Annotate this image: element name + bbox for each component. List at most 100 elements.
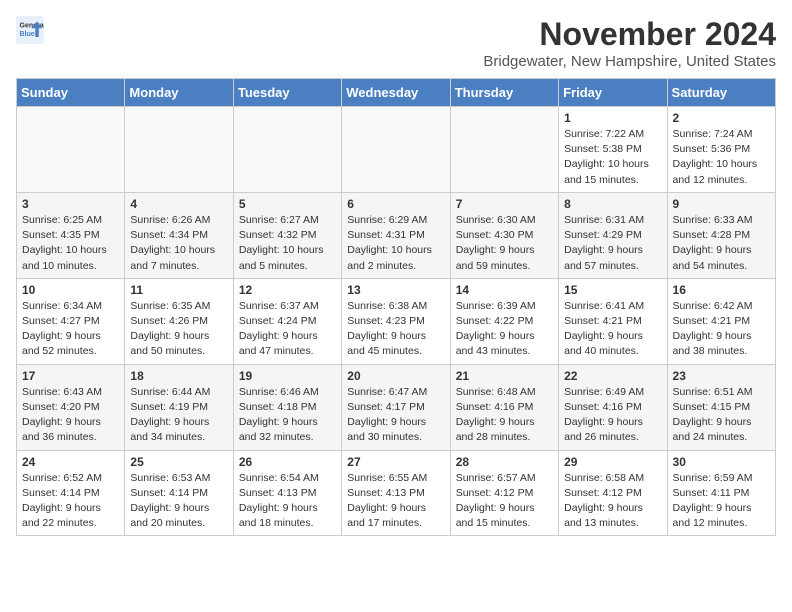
day-number: 17 bbox=[22, 369, 119, 383]
day-info: Sunrise: 6:27 AM Sunset: 4:32 PM Dayligh… bbox=[239, 213, 336, 274]
day-info: Sunrise: 6:57 AM Sunset: 4:12 PM Dayligh… bbox=[456, 471, 553, 532]
day-cell: 25 Sunrise: 6:53 AM Sunset: 4:14 PM Dayli… bbox=[125, 450, 233, 536]
day-info: Sunrise: 6:39 AM Sunset: 4:22 PM Dayligh… bbox=[456, 299, 553, 360]
day-info: Sunrise: 6:30 AM Sunset: 4:30 PM Dayligh… bbox=[456, 213, 553, 274]
day-number: 10 bbox=[22, 283, 119, 297]
day-number: 30 bbox=[673, 455, 770, 469]
col-header-friday: Friday bbox=[559, 79, 667, 107]
day-info: Sunrise: 6:35 AM Sunset: 4:26 PM Dayligh… bbox=[130, 299, 227, 360]
day-cell: 23Sunrise: 6:51 AM Sunset: 4:15 PM Dayli… bbox=[667, 364, 775, 450]
day-cell: 30 Sunrise: 6:59 AM Sunset: 4:11 PM Dayli… bbox=[667, 450, 775, 536]
day-info: Sunrise: 6:41 AM Sunset: 4:21 PM Dayligh… bbox=[564, 299, 661, 360]
day-cell: 21 Sunrise: 6:48 AM Sunset: 4:16 PM Dayli… bbox=[450, 364, 558, 450]
day-cell: 18 Sunrise: 6:44 AM Sunset: 4:19 PM Dayli… bbox=[125, 364, 233, 450]
day-info: Sunrise: 6:34 AM Sunset: 4:27 PM Dayligh… bbox=[22, 299, 119, 360]
day-number: 5 bbox=[239, 197, 336, 211]
day-number: 28 bbox=[456, 455, 553, 469]
day-info: Sunrise: 6:42 AM Sunset: 4:21 PM Dayligh… bbox=[673, 299, 770, 360]
day-cell: 6Sunrise: 6:29 AM Sunset: 4:31 PM Daylig… bbox=[342, 192, 450, 278]
day-number: 14 bbox=[456, 283, 553, 297]
col-header-monday: Monday bbox=[125, 79, 233, 107]
day-cell: 20 Sunrise: 6:47 AM Sunset: 4:17 PM Dayli… bbox=[342, 364, 450, 450]
svg-text:Blue: Blue bbox=[20, 31, 35, 38]
day-cell: 5 Sunrise: 6:27 AM Sunset: 4:32 PM Daylig… bbox=[233, 192, 341, 278]
logo-icon: General Blue bbox=[16, 16, 44, 44]
day-number: 27 bbox=[347, 455, 444, 469]
day-cell: 3 Sunrise: 6:25 AM Sunset: 4:35 PM Daylig… bbox=[17, 192, 125, 278]
day-cell: 4 Sunrise: 6:26 AM Sunset: 4:34 PM Daylig… bbox=[125, 192, 233, 278]
day-info: Sunrise: 6:26 AM Sunset: 4:34 PM Dayligh… bbox=[130, 213, 227, 274]
day-number: 21 bbox=[456, 369, 553, 383]
day-cell: 19 Sunrise: 6:46 AM Sunset: 4:18 PM Dayli… bbox=[233, 364, 341, 450]
day-cell: 27 Sunrise: 6:55 AM Sunset: 4:13 PM Dayli… bbox=[342, 450, 450, 536]
day-info: Sunrise: 6:44 AM Sunset: 4:19 PM Dayligh… bbox=[130, 385, 227, 446]
day-cell: 22Sunrise: 6:49 AM Sunset: 4:16 PM Dayli… bbox=[559, 364, 667, 450]
day-info: Sunrise: 6:43 AM Sunset: 4:20 PM Dayligh… bbox=[22, 385, 119, 446]
day-cell: 9 Sunrise: 6:33 AM Sunset: 4:28 PM Daylig… bbox=[667, 192, 775, 278]
day-number: 12 bbox=[239, 283, 336, 297]
day-info: Sunrise: 6:48 AM Sunset: 4:16 PM Dayligh… bbox=[456, 385, 553, 446]
day-cell: 10 Sunrise: 6:34 AM Sunset: 4:27 PM Dayli… bbox=[17, 278, 125, 364]
day-info: Sunrise: 6:46 AM Sunset: 4:18 PM Dayligh… bbox=[239, 385, 336, 446]
day-cell bbox=[125, 107, 233, 193]
day-cell: 7 Sunrise: 6:30 AM Sunset: 4:30 PM Daylig… bbox=[450, 192, 558, 278]
day-number: 11 bbox=[130, 283, 227, 297]
day-info: Sunrise: 6:31 AM Sunset: 4:29 PM Dayligh… bbox=[564, 213, 661, 274]
day-number: 24 bbox=[22, 455, 119, 469]
day-number: 16 bbox=[673, 283, 770, 297]
day-cell: 16 Sunrise: 6:42 AM Sunset: 4:21 PM Dayli… bbox=[667, 278, 775, 364]
day-info: Sunrise: 6:51 AM Sunset: 4:15 PM Dayligh… bbox=[673, 385, 770, 446]
day-cell: 24 Sunrise: 6:52 AM Sunset: 4:14 PM Dayli… bbox=[17, 450, 125, 536]
day-number: 6 bbox=[347, 197, 444, 211]
week-row-0: 1Sunrise: 7:22 AM Sunset: 5:38 PM Daylig… bbox=[17, 107, 776, 193]
day-info: Sunrise: 6:38 AM Sunset: 4:23 PM Dayligh… bbox=[347, 299, 444, 360]
day-number: 22 bbox=[564, 369, 661, 383]
day-number: 9 bbox=[673, 197, 770, 211]
col-header-thursday: Thursday bbox=[450, 79, 558, 107]
day-cell bbox=[17, 107, 125, 193]
logo: General Blue bbox=[16, 16, 44, 44]
day-info: Sunrise: 6:33 AM Sunset: 4:28 PM Dayligh… bbox=[673, 213, 770, 274]
day-info: Sunrise: 6:58 AM Sunset: 4:12 PM Dayligh… bbox=[564, 471, 661, 532]
day-cell: 17 Sunrise: 6:43 AM Sunset: 4:20 PM Dayli… bbox=[17, 364, 125, 450]
day-cell: 2 Sunrise: 7:24 AM Sunset: 5:36 PM Daylig… bbox=[667, 107, 775, 193]
day-number: 15 bbox=[564, 283, 661, 297]
col-header-tuesday: Tuesday bbox=[233, 79, 341, 107]
day-number: 8 bbox=[564, 197, 661, 211]
day-cell: 15 Sunrise: 6:41 AM Sunset: 4:21 PM Dayli… bbox=[559, 278, 667, 364]
title-area: November 2024 Bridgewater, New Hampshire… bbox=[483, 16, 776, 70]
header-row: SundayMondayTuesdayWednesdayThursdayFrid… bbox=[17, 79, 776, 107]
day-info: Sunrise: 6:53 AM Sunset: 4:14 PM Dayligh… bbox=[130, 471, 227, 532]
day-info: Sunrise: 6:52 AM Sunset: 4:14 PM Dayligh… bbox=[22, 471, 119, 532]
day-number: 4 bbox=[130, 197, 227, 211]
day-cell: 12Sunrise: 6:37 AM Sunset: 4:24 PM Dayli… bbox=[233, 278, 341, 364]
day-info: Sunrise: 7:22 AM Sunset: 5:38 PM Dayligh… bbox=[564, 127, 661, 188]
week-row-1: 3 Sunrise: 6:25 AM Sunset: 4:35 PM Daylig… bbox=[17, 192, 776, 278]
day-number: 7 bbox=[456, 197, 553, 211]
day-cell: 26Sunrise: 6:54 AM Sunset: 4:13 PM Dayli… bbox=[233, 450, 341, 536]
day-info: Sunrise: 6:25 AM Sunset: 4:35 PM Dayligh… bbox=[22, 213, 119, 274]
month-title: November 2024 bbox=[483, 16, 776, 53]
day-cell: 13Sunrise: 6:38 AM Sunset: 4:23 PM Dayli… bbox=[342, 278, 450, 364]
day-number: 18 bbox=[130, 369, 227, 383]
day-number: 20 bbox=[347, 369, 444, 383]
day-number: 29 bbox=[564, 455, 661, 469]
day-cell: 28 Sunrise: 6:57 AM Sunset: 4:12 PM Dayli… bbox=[450, 450, 558, 536]
day-cell bbox=[233, 107, 341, 193]
day-info: Sunrise: 6:54 AM Sunset: 4:13 PM Dayligh… bbox=[239, 471, 336, 532]
day-number: 19 bbox=[239, 369, 336, 383]
day-number: 3 bbox=[22, 197, 119, 211]
day-info: Sunrise: 6:59 AM Sunset: 4:11 PM Dayligh… bbox=[673, 471, 770, 532]
day-number: 2 bbox=[673, 111, 770, 125]
day-cell bbox=[342, 107, 450, 193]
location-title: Bridgewater, New Hampshire, United State… bbox=[483, 53, 776, 70]
week-row-3: 17 Sunrise: 6:43 AM Sunset: 4:20 PM Dayli… bbox=[17, 364, 776, 450]
day-cell: 29 Sunrise: 6:58 AM Sunset: 4:12 PM Dayli… bbox=[559, 450, 667, 536]
day-number: 25 bbox=[130, 455, 227, 469]
day-info: Sunrise: 6:55 AM Sunset: 4:13 PM Dayligh… bbox=[347, 471, 444, 532]
day-info: Sunrise: 7:24 AM Sunset: 5:36 PM Dayligh… bbox=[673, 127, 770, 188]
day-cell bbox=[450, 107, 558, 193]
week-row-4: 24 Sunrise: 6:52 AM Sunset: 4:14 PM Dayli… bbox=[17, 450, 776, 536]
week-row-2: 10 Sunrise: 6:34 AM Sunset: 4:27 PM Dayli… bbox=[17, 278, 776, 364]
day-info: Sunrise: 6:47 AM Sunset: 4:17 PM Dayligh… bbox=[347, 385, 444, 446]
